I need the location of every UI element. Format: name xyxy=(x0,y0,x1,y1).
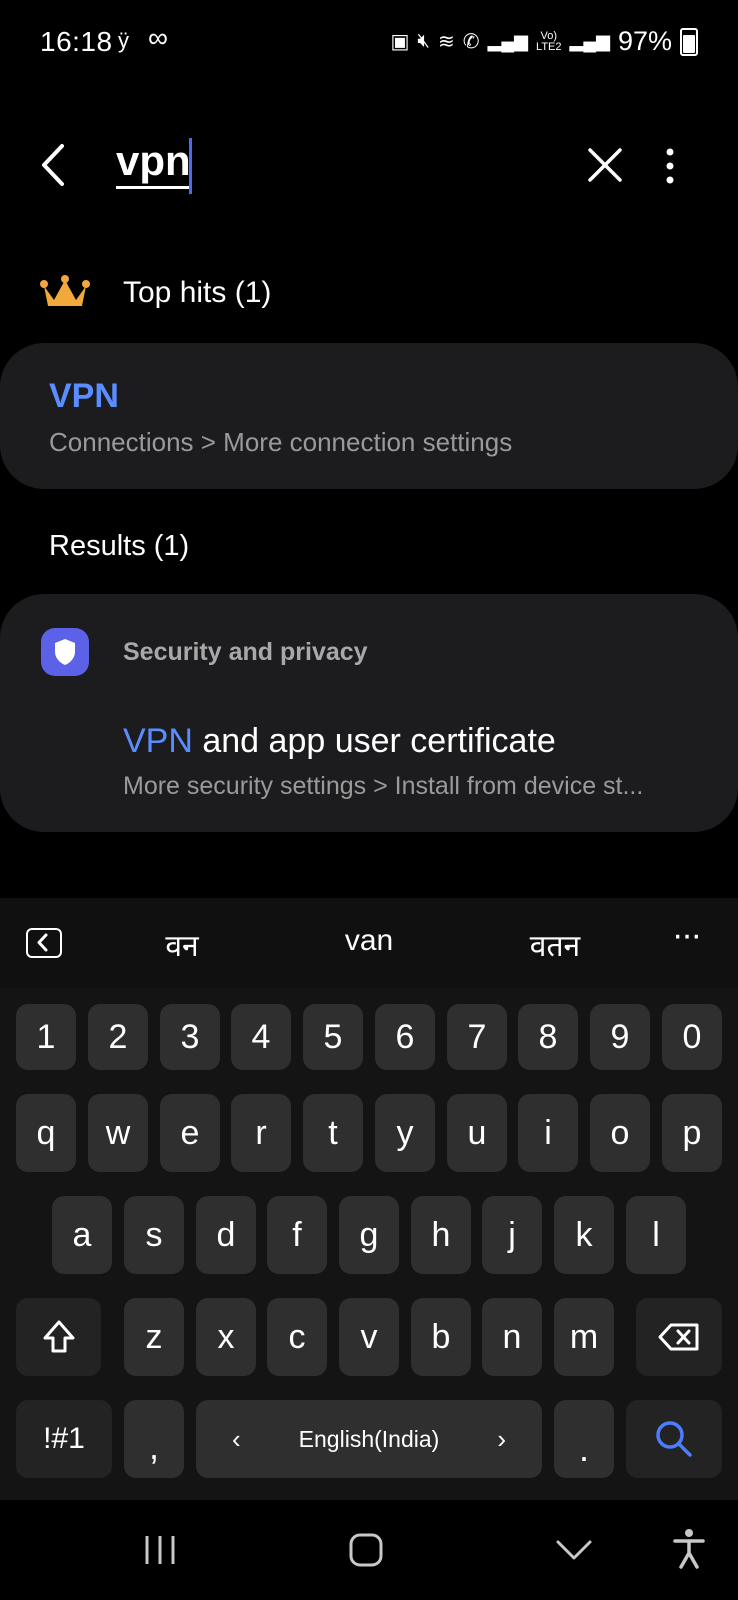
mute-icon: 🔇︎ xyxy=(417,30,431,52)
back-button[interactable] xyxy=(36,140,76,190)
key-c[interactable]: c xyxy=(267,1298,327,1376)
language-prev-icon: ‹ xyxy=(232,1423,241,1454)
key-m[interactable]: m xyxy=(554,1298,614,1376)
navigation-bar xyxy=(0,1500,738,1600)
more-suggestions-icon[interactable]: ··· xyxy=(672,916,702,955)
home-icon xyxy=(349,1533,383,1567)
shift-icon xyxy=(43,1320,74,1353)
suggestion-2[interactable]: van xyxy=(309,924,429,958)
crown-icon xyxy=(40,274,90,314)
accessibility-button[interactable] xyxy=(672,1528,706,1575)
key-8[interactable]: 8 xyxy=(518,1004,578,1070)
signal-2-icon: ▂▄▆ xyxy=(569,31,610,51)
key-d[interactable]: d xyxy=(196,1196,256,1274)
status-right-group: ▣ 🔇︎ ≋ ✆ ▂▄▆ Vo) LTE2 ▂▄▆ 97% xyxy=(391,26,698,57)
key-o[interactable]: o xyxy=(590,1094,650,1172)
recent-apps-icon xyxy=(145,1536,175,1564)
status-time: 16:18 xyxy=(40,26,113,57)
key-g[interactable]: g xyxy=(339,1196,399,1274)
wifi-calling-icon: ✆ xyxy=(462,31,480,53)
hide-keyboard-button[interactable] xyxy=(554,1538,594,1567)
key-b[interactable]: b xyxy=(411,1298,471,1376)
result-item-path: More security settings > Install from de… xyxy=(123,772,644,800)
key-v[interactable]: v xyxy=(339,1298,399,1376)
results-card: Security and privacy VPN and app user ce… xyxy=(0,594,738,832)
signal-icon: ▂▄▆ xyxy=(487,31,529,51)
key-p[interactable]: p xyxy=(662,1094,722,1172)
close-icon xyxy=(588,148,622,182)
key-i[interactable]: i xyxy=(518,1094,578,1172)
key-4[interactable]: 4 xyxy=(231,1004,291,1070)
period-key[interactable]: . xyxy=(554,1400,614,1478)
suggestion-1[interactable]: वन xyxy=(122,924,242,965)
key-s[interactable]: s xyxy=(124,1196,184,1274)
top-hit-result[interactable]: VPN Connections > More connection settin… xyxy=(0,343,738,489)
key-n[interactable]: n xyxy=(482,1298,542,1376)
recent-apps-button[interactable] xyxy=(143,1532,177,1573)
key-r[interactable]: r xyxy=(231,1094,291,1172)
key-k[interactable]: k xyxy=(554,1196,614,1274)
keyboard-toolbar-toggle-icon[interactable] xyxy=(26,928,62,958)
language-next-icon: › xyxy=(497,1423,506,1454)
comma-key[interactable]: , xyxy=(124,1400,184,1478)
suggestion-3[interactable]: वतन xyxy=(495,924,615,965)
chevron-left-icon xyxy=(42,144,64,186)
battery-saver-icon: ▣ xyxy=(390,31,410,53)
key-0[interactable]: 0 xyxy=(662,1004,722,1070)
key-7[interactable]: 7 xyxy=(447,1004,507,1070)
key-t[interactable]: t xyxy=(303,1094,363,1172)
backspace-icon xyxy=(658,1323,699,1351)
key-f[interactable]: f xyxy=(267,1196,327,1274)
chevron-down-icon xyxy=(556,1540,592,1560)
top-hit-path: Connections > More connection settings xyxy=(49,427,513,457)
search-key[interactable] xyxy=(626,1400,722,1478)
status-indicator-icon: ÿ xyxy=(118,28,129,53)
symbols-key[interactable]: !#1 xyxy=(16,1400,112,1478)
results-heading: Results (1) xyxy=(49,530,190,562)
battery-percent: 97% xyxy=(617,26,672,56)
kebab-menu-icon xyxy=(666,148,674,184)
clear-search-button[interactable] xyxy=(586,146,624,184)
key-y[interactable]: y xyxy=(375,1094,435,1172)
top-hit-title: VPN xyxy=(49,377,119,415)
key-e[interactable]: e xyxy=(160,1094,220,1172)
result-group-label: Security and privacy xyxy=(123,638,368,666)
voicemail-icon: ∞ xyxy=(148,22,168,53)
key-q[interactable]: q xyxy=(16,1094,76,1172)
key-a[interactable]: a xyxy=(52,1196,112,1274)
key-l[interactable]: l xyxy=(626,1196,686,1274)
key-2[interactable]: 2 xyxy=(88,1004,148,1070)
accessibility-icon xyxy=(673,1529,705,1569)
wifi-icon: ≋ xyxy=(438,31,455,53)
key-h[interactable]: h xyxy=(411,1196,471,1274)
key-9[interactable]: 9 xyxy=(590,1004,650,1070)
volte-icon: Vo) LTE2 xyxy=(536,29,562,53)
result-title-rest: and app user certificate xyxy=(192,722,556,760)
key-3[interactable]: 3 xyxy=(160,1004,220,1070)
battery-icon xyxy=(680,27,698,56)
search-input[interactable]: vpn xyxy=(116,138,191,189)
result-item-title[interactable]: VPN and app user certificate xyxy=(123,722,556,761)
shift-key[interactable] xyxy=(16,1298,101,1376)
text-caret xyxy=(189,138,192,194)
language-label: English(India) xyxy=(298,1425,440,1452)
home-button[interactable] xyxy=(348,1532,384,1573)
key-w[interactable]: w xyxy=(88,1094,148,1172)
key-j[interactable]: j xyxy=(482,1196,542,1274)
key-x[interactable]: x xyxy=(196,1298,256,1376)
key-5[interactable]: 5 xyxy=(303,1004,363,1070)
shield-icon xyxy=(41,628,89,676)
top-hits-heading: Top hits (1) xyxy=(123,276,272,309)
search-icon xyxy=(656,1421,692,1457)
key-6[interactable]: 6 xyxy=(375,1004,435,1070)
key-1[interactable]: 1 xyxy=(16,1004,76,1070)
more-options-button[interactable] xyxy=(660,146,680,186)
backspace-key[interactable] xyxy=(636,1298,722,1376)
space-bar[interactable]: ‹ English(India) › xyxy=(196,1400,542,1478)
suggestion-bar: वन van वतन ··· xyxy=(0,898,738,988)
key-u[interactable]: u xyxy=(447,1094,507,1172)
key-z[interactable]: z xyxy=(124,1298,184,1376)
result-title-highlight: VPN xyxy=(123,722,193,760)
